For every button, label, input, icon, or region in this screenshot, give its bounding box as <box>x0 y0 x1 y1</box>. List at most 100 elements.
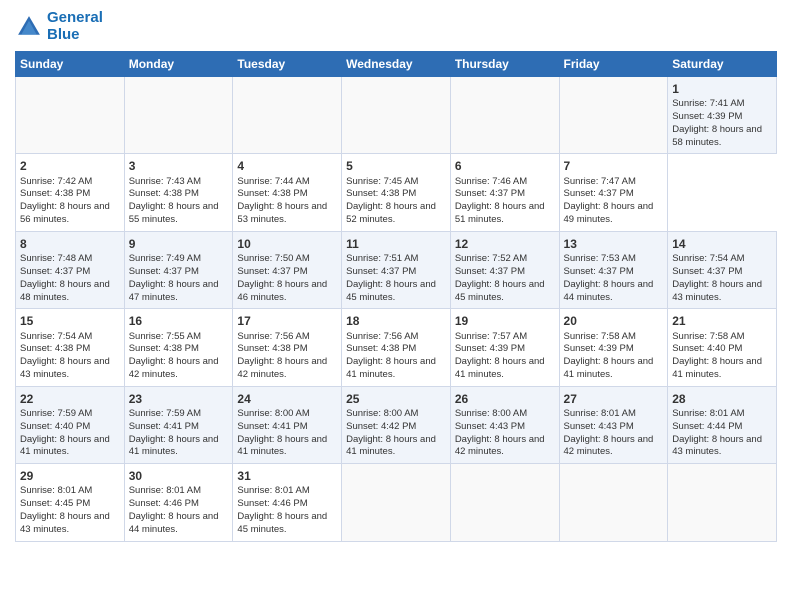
calendar-week-2: 8Sunrise: 7:48 AM Sunset: 4:37 PM Daylight… <box>16 231 777 308</box>
daylight: Daylight: 8 hours and 55 minutes. <box>129 201 219 225</box>
header-day-sunday: Sunday <box>16 52 125 77</box>
daylight: Daylight: 8 hours and 53 minutes. <box>237 201 327 225</box>
sunrise: Sunrise: 7:51 AM <box>346 253 418 264</box>
daylight: Daylight: 8 hours and 41 minutes. <box>564 356 654 380</box>
day-number: 16 <box>129 313 229 329</box>
header-day-monday: Monday <box>124 52 233 77</box>
daylight: Daylight: 8 hours and 45 minutes. <box>237 511 327 535</box>
sunrise: Sunrise: 8:01 AM <box>564 408 636 419</box>
sunset: Sunset: 4:39 PM <box>455 343 525 354</box>
sunrise: Sunrise: 8:01 AM <box>237 485 309 496</box>
calendar-cell: 28Sunrise: 8:01 AMSunset: 4:44 PMDayligh… <box>668 386 777 463</box>
sunset: Sunset: 4:40 PM <box>672 343 742 354</box>
calendar-cell: 2Sunrise: 7:42 AMSunset: 4:38 PMDaylight… <box>16 154 125 231</box>
calendar-cell <box>342 464 451 541</box>
sunset: Sunset: 4:41 PM <box>129 421 199 432</box>
calendar-cell <box>450 464 559 541</box>
sunset: Sunset: 4:46 PM <box>237 498 307 509</box>
sunset: Sunset: 4:38 PM <box>237 343 307 354</box>
day-number: 11 <box>346 236 446 252</box>
daylight: Daylight: 8 hours and 56 minutes. <box>20 201 110 225</box>
daylight: Daylight: 8 hours and 43 minutes. <box>20 356 110 380</box>
calendar-cell: 10Sunrise: 7:50 AMSunset: 4:37 PMDayligh… <box>233 231 342 308</box>
daylight: Daylight: 8 hours and 52 minutes. <box>346 201 436 225</box>
day-number: 26 <box>455 391 555 407</box>
sunset: Sunset: 4:41 PM <box>237 421 307 432</box>
daylight: Daylight: 8 hours and 42 minutes. <box>455 434 545 458</box>
daylight: Daylight: 8 hours and 41 minutes. <box>346 434 436 458</box>
calendar-cell <box>124 77 233 154</box>
sunrise: Sunrise: 7:54 AM <box>672 253 744 264</box>
daylight: Daylight: 8 hours and 41 minutes. <box>237 434 327 458</box>
sunrise: Sunrise: 7:58 AM <box>564 331 636 342</box>
sunset: Sunset: 4:40 PM <box>20 421 90 432</box>
calendar-cell <box>342 77 451 154</box>
calendar-week-0: 1Sunrise: 7:41 AM Sunset: 4:39 PM Daylight… <box>16 77 777 154</box>
sunrise: Sunrise: 8:01 AM <box>129 485 201 496</box>
sunset: Sunset: 4:38 PM <box>20 188 90 199</box>
sunset: Sunset: 4:45 PM <box>20 498 90 509</box>
daylight: Daylight: 8 hours and 41 minutes. <box>129 434 219 458</box>
sunrise: Sunrise: 7:43 AM <box>129 176 201 187</box>
day-number: 9 <box>129 236 229 252</box>
calendar-week-4: 22Sunrise: 7:59 AMSunset: 4:40 PMDayligh… <box>16 386 777 463</box>
calendar-cell: 20Sunrise: 7:58 AMSunset: 4:39 PMDayligh… <box>559 309 668 386</box>
calendar-cell: 17Sunrise: 7:56 AMSunset: 4:38 PMDayligh… <box>233 309 342 386</box>
sunset: Sunset: 4:39 PM <box>672 111 742 122</box>
sunrise: Sunrise: 7:53 AM <box>564 253 636 264</box>
day-number: 14 <box>672 236 772 252</box>
sunrise: Sunrise: 7:56 AM <box>237 331 309 342</box>
calendar-cell: 11Sunrise: 7:51 AMSunset: 4:37 PMDayligh… <box>342 231 451 308</box>
sunrise: Sunrise: 7:59 AM <box>129 408 201 419</box>
day-number: 4 <box>237 158 337 174</box>
day-number: 19 <box>455 313 555 329</box>
day-number: 1 <box>672 81 772 97</box>
daylight: Daylight: 8 hours and 43 minutes. <box>20 511 110 535</box>
day-number: 28 <box>672 391 772 407</box>
calendar-cell: 27Sunrise: 8:01 AMSunset: 4:43 PMDayligh… <box>559 386 668 463</box>
daylight: Daylight: 8 hours and 47 minutes. <box>129 279 219 303</box>
sunrise: Sunrise: 7:41 AM <box>672 98 744 109</box>
daylight: Daylight: 8 hours and 41 minutes. <box>455 356 545 380</box>
calendar-week-3: 15Sunrise: 7:54 AMSunset: 4:38 PMDayligh… <box>16 309 777 386</box>
day-number: 10 <box>237 236 337 252</box>
sunset: Sunset: 4:44 PM <box>672 421 742 432</box>
calendar-cell: 29Sunrise: 8:01 AMSunset: 4:45 PMDayligh… <box>16 464 125 541</box>
calendar-week-5: 29Sunrise: 8:01 AMSunset: 4:45 PMDayligh… <box>16 464 777 541</box>
sunrise: Sunrise: 7:44 AM <box>237 176 309 187</box>
sunrise: Sunrise: 7:54 AM <box>20 331 92 342</box>
calendar-cell: 22Sunrise: 7:59 AMSunset: 4:40 PMDayligh… <box>16 386 125 463</box>
daylight: Daylight: 8 hours and 45 minutes. <box>346 279 436 303</box>
sunrise: Sunrise: 7:56 AM <box>346 331 418 342</box>
daylight: Daylight: 8 hours and 41 minutes. <box>672 356 762 380</box>
sunrise: Sunrise: 7:49 AM <box>129 253 201 264</box>
header: General Blue <box>15 10 777 43</box>
day-number: 7 <box>564 158 664 174</box>
calendar-cell: 26Sunrise: 8:00 AMSunset: 4:43 PMDayligh… <box>450 386 559 463</box>
header-day-wednesday: Wednesday <box>342 52 451 77</box>
daylight: Daylight: 8 hours and 58 minutes. <box>672 124 762 148</box>
calendar-cell: 12Sunrise: 7:52 AMSunset: 4:37 PMDayligh… <box>450 231 559 308</box>
calendar-cell: 15 Sunrise: 7:54 AMSunset: 4:38 PM Dayligh… <box>16 309 125 386</box>
sunrise: Sunrise: 7:50 AM <box>237 253 309 264</box>
calendar-cell: 5Sunrise: 7:45 AMSunset: 4:38 PMDaylight… <box>342 154 451 231</box>
sunrise: Sunrise: 8:00 AM <box>455 408 527 419</box>
header-day-thursday: Thursday <box>450 52 559 77</box>
calendar-cell: 30Sunrise: 8:01 AMSunset: 4:46 PMDayligh… <box>124 464 233 541</box>
day-number: 15 <box>20 313 120 329</box>
logo-icon <box>15 13 43 41</box>
sunrise: Sunrise: 7:57 AM <box>455 331 527 342</box>
day-number: 8 <box>20 236 120 252</box>
sunrise: Sunrise: 7:48 AM <box>20 253 92 264</box>
calendar-page: General Blue SundayMondayTuesdayWednesda… <box>0 0 792 612</box>
calendar-cell <box>233 77 342 154</box>
day-number: 25 <box>346 391 446 407</box>
sunset: Sunset: 4:37 PM <box>455 188 525 199</box>
sunset: Sunset: 4:38 PM <box>20 343 90 354</box>
daylight: Daylight: 8 hours and 42 minutes. <box>237 356 327 380</box>
daylight: Daylight: 8 hours and 48 minutes. <box>20 279 110 303</box>
sunrise: Sunrise: 8:01 AM <box>20 485 92 496</box>
calendar-cell <box>16 77 125 154</box>
sunset: Sunset: 4:37 PM <box>129 266 199 277</box>
calendar-cell: 31Sunrise: 8:01 AMSunset: 4:46 PMDayligh… <box>233 464 342 541</box>
